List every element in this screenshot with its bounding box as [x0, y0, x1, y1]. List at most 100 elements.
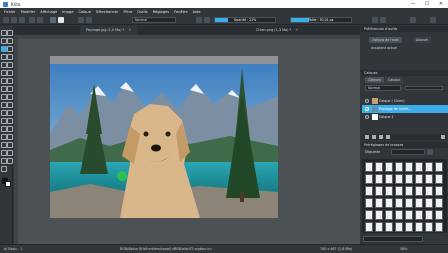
move-layer-up-icon[interactable]: [379, 135, 383, 139]
brush-preset[interactable]: [395, 210, 403, 220]
bezier-selection-tool-icon[interactable]: [7, 150, 13, 156]
brush-preset[interactable]: [395, 174, 403, 184]
menu-window[interactable]: Fenêtre: [174, 10, 188, 14]
save-icon[interactable]: [19, 17, 25, 23]
duplicate-layer-icon[interactable]: [372, 135, 376, 139]
menu-help[interactable]: Aide: [193, 10, 201, 14]
freehand-path-tool-icon[interactable]: [7, 70, 13, 76]
tab-paysage[interactable]: Paysage.jpg (1,0 Mo) * ✕: [80, 26, 138, 35]
add-layer-icon[interactable]: [365, 135, 369, 139]
brush-preset[interactable]: [435, 210, 443, 220]
brush-preset[interactable]: [365, 210, 373, 220]
brush-settings-icon[interactable]: [78, 17, 84, 23]
preserve-alpha-icon[interactable]: [204, 17, 210, 23]
move-layer-down-icon[interactable]: [386, 135, 390, 139]
canvas-image[interactable]: [50, 64, 278, 218]
brush-preset[interactable]: [365, 186, 373, 196]
rectangular-selection-tool-icon[interactable]: [7, 126, 13, 132]
close-icon[interactable]: ✕: [128, 28, 131, 32]
menu-view[interactable]: Affichage: [40, 10, 57, 14]
visibility-eye-icon[interactable]: [365, 99, 369, 103]
brush-preset[interactable]: [405, 186, 413, 196]
polygonal-selection-tool-icon[interactable]: [7, 134, 13, 140]
brush-preset[interactable]: [425, 210, 433, 220]
brush-preset[interactable]: [365, 222, 373, 232]
tab-layers[interactable]: Calques: [365, 77, 384, 83]
brush-preset[interactable]: [435, 222, 443, 232]
layer-opacity-slider[interactable]: [405, 86, 443, 90]
zoom-tool-icon[interactable]: [7, 158, 13, 164]
pattern-preset-icon[interactable]: [58, 17, 64, 23]
brush-search-input[interactable]: [363, 236, 423, 242]
menu-settings[interactable]: Réglages: [153, 10, 169, 14]
brush-preset-icon[interactable]: [86, 17, 92, 23]
brush-preset[interactable]: [405, 174, 413, 184]
eraser-mode-icon[interactable]: [196, 17, 202, 23]
layer-row[interactable]: Calque 1: [362, 113, 448, 121]
brush-preset[interactable]: [435, 162, 443, 172]
background-color-swatch[interactable]: [5, 181, 11, 187]
brush-preset[interactable]: [415, 162, 423, 172]
brush-preset[interactable]: [385, 186, 393, 196]
brush-preset[interactable]: [365, 162, 373, 172]
tab-channels[interactable]: Canaux: [385, 77, 404, 83]
gradient-preset-icon[interactable]: [50, 17, 56, 23]
brush-preset[interactable]: [425, 162, 433, 172]
brush-tag-select[interactable]: [391, 149, 425, 155]
delete-layer-icon[interactable]: [441, 135, 445, 139]
brush-preset[interactable]: [365, 174, 373, 184]
brush-preset[interactable]: [425, 186, 433, 196]
visibility-eye-icon[interactable]: [365, 107, 369, 111]
maximize-button[interactable]: ☐: [420, 0, 434, 8]
brush-preset[interactable]: [415, 222, 423, 232]
brush-preset[interactable]: [415, 198, 423, 208]
move-tool-icon[interactable]: [7, 86, 13, 92]
brush-preset[interactable]: [405, 162, 413, 172]
layer-blend-select[interactable]: Normal: [365, 85, 401, 91]
layer-row-selected[interactable]: Paysage de lumiè...: [362, 105, 448, 113]
mirror-horizontal-icon[interactable]: [372, 17, 378, 23]
brush-preset[interactable]: [395, 198, 403, 208]
brush-preset[interactable]: [405, 198, 413, 208]
brush-preset[interactable]: [405, 222, 413, 232]
brush-preset[interactable]: [385, 210, 393, 220]
brush-preset[interactable]: [435, 186, 443, 196]
contiguous-selection-tool-icon[interactable]: [7, 142, 13, 148]
brush-preset[interactable]: [365, 198, 373, 208]
brush-preset[interactable]: [435, 198, 443, 208]
multibrush-tool-icon[interactable]: [7, 78, 13, 84]
menu-tools[interactable]: Outils: [137, 10, 147, 14]
close-button[interactable]: ✕: [434, 0, 448, 8]
tab-chien[interactable]: Chien.png (1,3 Mo) * ✕: [250, 26, 304, 35]
brush-preset[interactable]: [395, 222, 403, 232]
brush-preset[interactable]: [385, 174, 393, 184]
text-tool-icon[interactable]: [7, 30, 13, 36]
menu-image[interactable]: Image: [62, 10, 73, 14]
measure-tool-icon[interactable]: [7, 118, 13, 124]
blend-mode-select[interactable]: Normal: [132, 17, 176, 23]
brush-preset[interactable]: [395, 186, 403, 196]
brush-preset[interactable]: [375, 222, 383, 232]
colorize-mask-tool-icon[interactable]: [7, 102, 13, 108]
menu-file[interactable]: Fichier: [4, 10, 16, 14]
opacity-slider[interactable]: Opacité : 22%: [214, 17, 276, 23]
gradient-tool-icon[interactable]: [7, 94, 13, 100]
fill-tool-icon[interactable]: [7, 110, 13, 116]
brush-view-icon[interactable]: [427, 149, 433, 155]
new-document-icon[interactable]: [3, 17, 9, 23]
brush-preset[interactable]: [385, 198, 393, 208]
open-document-icon[interactable]: [11, 17, 17, 23]
brush-preset[interactable]: [415, 186, 423, 196]
brush-preset[interactable]: [375, 198, 383, 208]
menu-filter[interactable]: Filtre: [123, 10, 132, 14]
redo-icon[interactable]: [37, 17, 43, 23]
mirror-vertical-icon[interactable]: [380, 17, 386, 23]
brush-preset[interactable]: [375, 186, 383, 196]
canvas-only-icon[interactable]: [430, 17, 436, 23]
polyline-tool-icon[interactable]: [7, 62, 13, 68]
brush-preset[interactable]: [405, 210, 413, 220]
workspace-icon[interactable]: [410, 17, 416, 23]
brush-preset[interactable]: [415, 210, 423, 220]
line-tool-icon[interactable]: [7, 46, 13, 52]
brush-preset[interactable]: [385, 162, 393, 172]
